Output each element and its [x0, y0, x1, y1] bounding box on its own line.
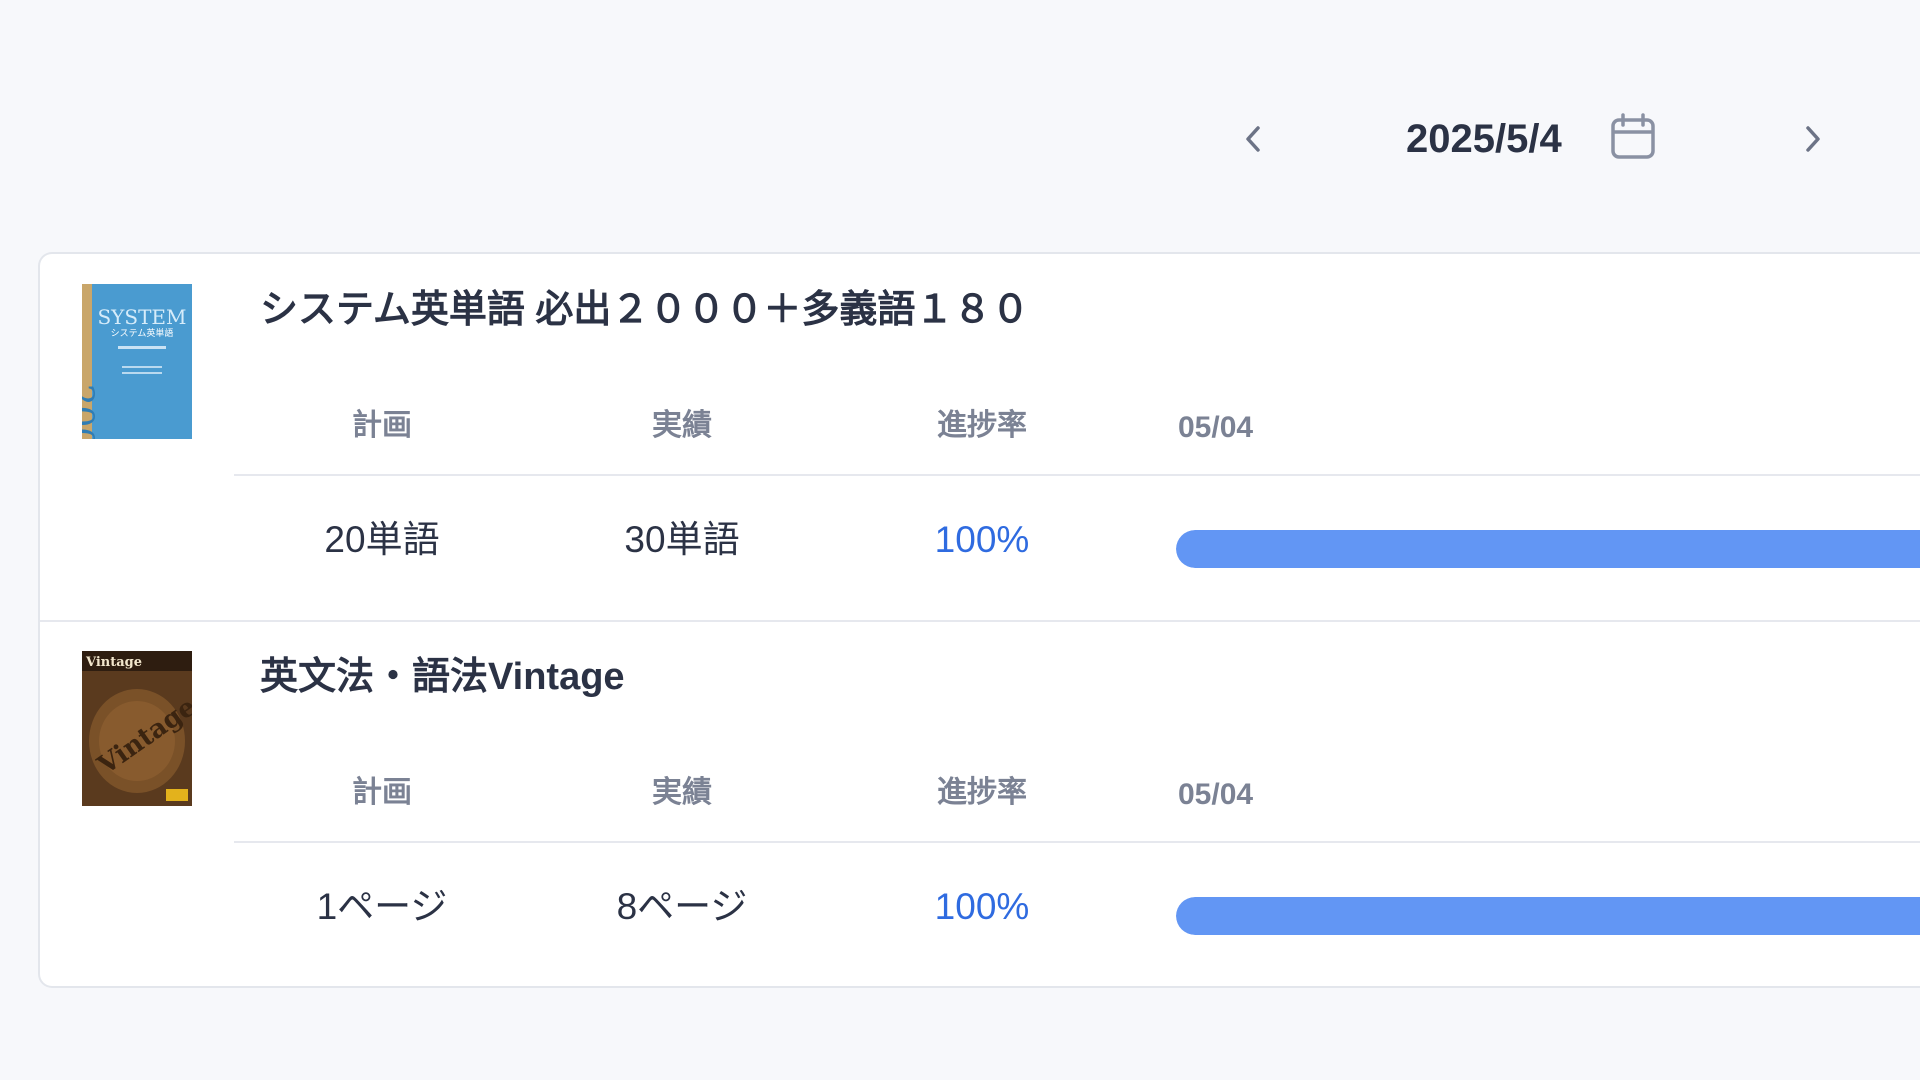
book-title: 英文法・語法Vintage	[260, 656, 625, 698]
chevron-right-icon	[1806, 126, 1820, 152]
divider	[234, 474, 1920, 476]
actual-value: 30単語	[624, 519, 740, 560]
plan-value: 20単語	[324, 519, 440, 560]
book-cover-system[interactable]: SYSTEM システム英単語 2000	[82, 284, 192, 439]
progress-bar-fill	[1176, 897, 1920, 935]
column-header-rate: 進捗率	[937, 409, 1027, 442]
svg-text:システム英単語: システム英単語	[111, 327, 174, 339]
column-header-rate: 進捗率	[937, 776, 1027, 809]
next-day-button[interactable]	[1788, 114, 1838, 164]
plan-value: 1ページ	[316, 886, 448, 927]
book-row: SYSTEM システム英単語 2000 システム英単語 必出２０００＋多義語１８…	[40, 254, 1920, 622]
rate-value: 100%	[934, 886, 1030, 927]
book-title: システム英単語 必出２０００＋多義語１８０	[260, 289, 1030, 331]
divider	[234, 841, 1920, 843]
svg-text:SYSTEM: SYSTEM	[97, 305, 186, 329]
calendar-icon	[1611, 113, 1655, 159]
rate-value: 100%	[934, 519, 1030, 560]
column-header-actual: 実績	[652, 409, 712, 442]
svg-text:2000: 2000	[82, 384, 101, 439]
calendar-button[interactable]	[1608, 112, 1658, 162]
date-navigator: 2025/5/4	[1220, 100, 1850, 180]
svg-text:Vintage: Vintage	[85, 655, 142, 670]
column-header-actual: 実績	[652, 776, 712, 809]
current-date: 2025/5/4	[1406, 117, 1562, 161]
progress-bar	[1176, 530, 1920, 568]
column-header-plan: 計画	[352, 409, 412, 442]
column-header-plan: 計画	[352, 776, 412, 809]
column-header-date: 05/04	[1178, 411, 1254, 444]
study-records-card: SYSTEM システム英単語 2000 システム英単語 必出２０００＋多義語１８…	[38, 252, 1920, 988]
actual-value: 8ページ	[616, 886, 748, 927]
book-cover-vintage[interactable]: Vintage Vintage	[82, 651, 192, 806]
progress-bar-fill	[1176, 530, 1920, 568]
progress-bar	[1176, 897, 1920, 935]
column-header-date: 05/04	[1178, 778, 1254, 811]
prev-day-button[interactable]	[1228, 114, 1278, 164]
chevron-left-icon	[1246, 126, 1260, 152]
book-row: Vintage Vintage 英文法・語法Vintage 計画 実績 進捗率 …	[40, 621, 1920, 986]
